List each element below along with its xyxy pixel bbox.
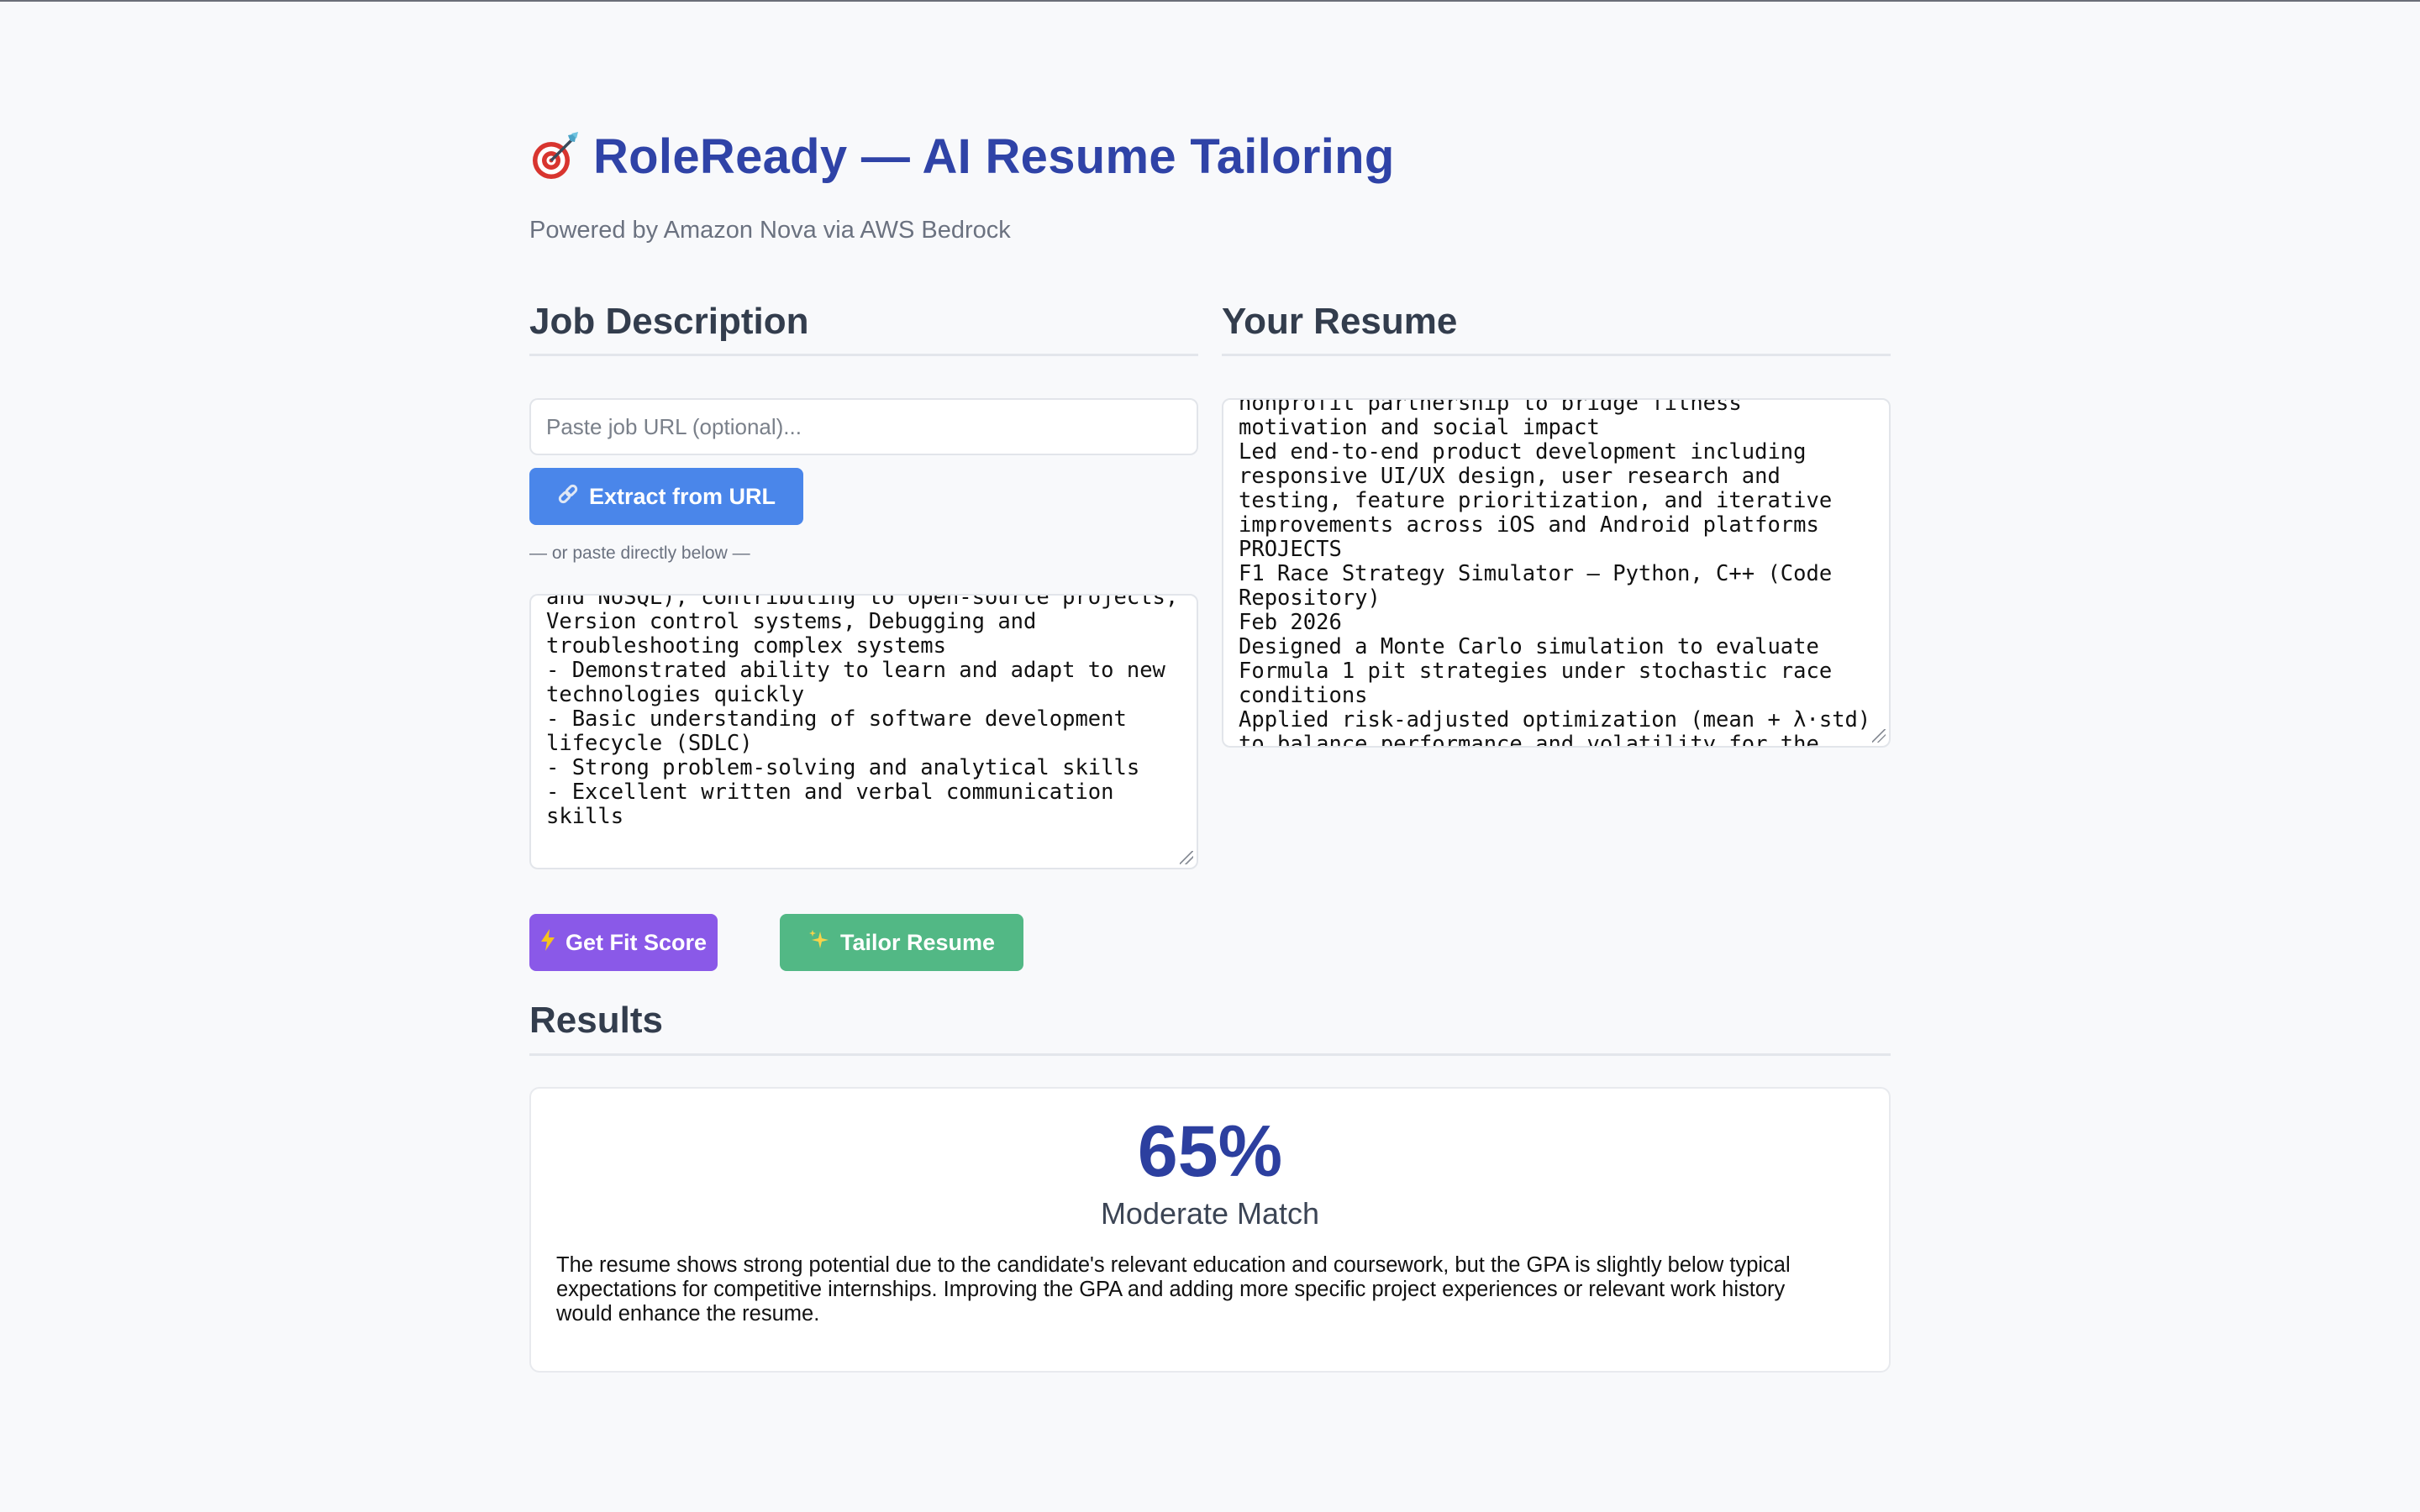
job-description-text: and NoSQL), contributing to open-source … xyxy=(546,594,1179,829)
lightning-icon xyxy=(540,928,555,957)
result-summary: The resume shows strong potential due to… xyxy=(556,1253,1791,1326)
page-subtitle: Powered by Amazon Nova via AWS Bedrock xyxy=(529,217,1011,244)
window-top-border xyxy=(0,0,2420,2)
match-label: Moderate Match xyxy=(1100,1196,1320,1231)
results-card: 65% Moderate Match The resume shows stro… xyxy=(529,1087,1891,1373)
dart-target-icon xyxy=(529,130,581,182)
get-fit-score-button[interactable]: Get Fit Score xyxy=(529,914,718,971)
fit-score-value: 65% xyxy=(1137,1111,1283,1192)
link-icon xyxy=(557,483,579,511)
tailor-button-label: Tailor Resume xyxy=(839,929,996,955)
job-description-divider xyxy=(529,354,1198,356)
extract-from-url-button[interactable]: Extract from URL xyxy=(529,468,803,525)
page-title: RoleReady — AI Resume Tailoring xyxy=(593,129,1395,184)
resume-heading: Your Resume xyxy=(1222,301,1458,342)
job-url-input[interactable] xyxy=(529,398,1198,455)
extract-button-label: Extract from URL xyxy=(588,483,776,509)
resume-textarea[interactable]: nonprofit partnership to bridge fitness … xyxy=(1222,398,1891,748)
fit-score-button-label: Get Fit Score xyxy=(565,929,708,955)
header: RoleReady — AI Resume Tailoring xyxy=(529,126,1395,186)
resize-handle[interactable] xyxy=(1180,851,1193,864)
tailor-resume-button[interactable]: Tailor Resume xyxy=(780,914,1023,971)
sparkles-icon xyxy=(808,929,830,957)
job-description-heading: Job Description xyxy=(529,301,809,342)
results-heading: Results xyxy=(529,1000,663,1041)
results-divider xyxy=(529,1053,1891,1056)
resize-handle[interactable] xyxy=(1872,729,1886,743)
or-paste-hint: — or paste directly below — xyxy=(529,543,750,563)
resume-text: nonprofit partnership to bridge fitness … xyxy=(1239,398,1871,748)
job-description-textarea[interactable]: and NoSQL), contributing to open-source … xyxy=(529,594,1198,869)
resume-divider xyxy=(1222,354,1891,356)
